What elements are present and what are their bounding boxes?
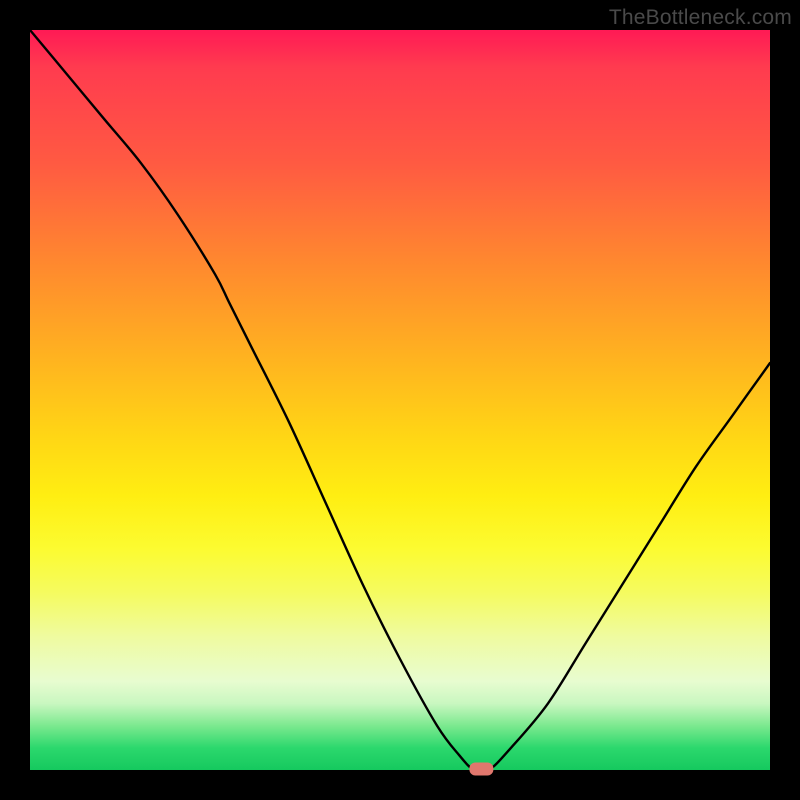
plot-area xyxy=(30,30,770,770)
bottleneck-curve xyxy=(30,30,770,772)
optimal-marker xyxy=(469,763,493,776)
watermark-text: TheBottleneck.com xyxy=(609,6,792,30)
chart-frame: TheBottleneck.com xyxy=(0,0,800,800)
chart-svg xyxy=(30,30,770,770)
